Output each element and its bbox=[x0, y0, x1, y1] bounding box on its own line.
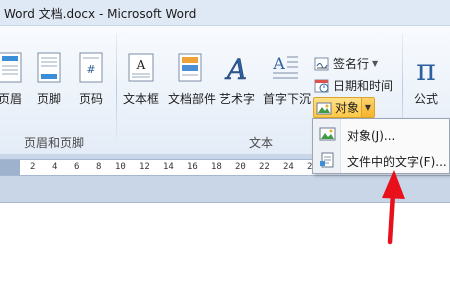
page-number-button[interactable]: # 页码 bbox=[69, 52, 113, 112]
textbox-button[interactable]: A 文本框 bbox=[119, 52, 163, 112]
ruler-number: 16 bbox=[187, 162, 198, 172]
chevron-down-icon: ▼ bbox=[372, 59, 379, 68]
wordart-label: 艺术字 bbox=[218, 92, 255, 106]
svg-text:A: A bbox=[224, 53, 247, 84]
date-time-icon bbox=[314, 79, 329, 92]
object-dropdown-arrow-icon[interactable]: ▼ bbox=[361, 98, 374, 117]
page-number-label: 页码 bbox=[78, 92, 103, 106]
ruler-number: 6 bbox=[74, 162, 80, 172]
header-footer-group-label: 页眉和页脚 bbox=[24, 136, 85, 150]
date-time-button[interactable]: 日期和时间 bbox=[314, 76, 393, 95]
object-icon bbox=[316, 102, 332, 114]
page-number-icon: # bbox=[79, 52, 103, 83]
ruler-number: 18 bbox=[211, 162, 222, 172]
object-dropdown-menu: 对象(J)... 文件中的文字(F)... bbox=[312, 118, 450, 174]
ruler-number: 4 bbox=[52, 162, 58, 172]
ruler-number: 2 bbox=[30, 162, 36, 172]
textbox-icon: A bbox=[128, 53, 154, 82]
ruler-number: 20 bbox=[235, 162, 246, 172]
equation-button[interactable]: π 公式 bbox=[404, 52, 448, 112]
svg-text:A: A bbox=[272, 54, 285, 73]
window-title: Word 文档.docx - Microsoft Word bbox=[4, 7, 197, 21]
ruler-number: 22 bbox=[259, 162, 270, 172]
text-from-file-icon bbox=[320, 152, 334, 168]
object-icon bbox=[319, 127, 336, 141]
quick-parts-label: 文档部件 bbox=[168, 92, 217, 106]
object-button[interactable]: 对象 ▼ bbox=[313, 97, 375, 118]
drop-cap-icon: A bbox=[272, 54, 298, 79]
date-time-label: 日期和时间 bbox=[333, 79, 394, 93]
signature-line-icon bbox=[314, 57, 329, 70]
menu-item-label: 对象(J)... bbox=[347, 129, 396, 143]
menu-item-insert-object[interactable]: 对象(J)... bbox=[313, 121, 449, 147]
textbox-label: 文本框 bbox=[122, 92, 159, 106]
red-arrow-icon bbox=[382, 170, 405, 245]
ruler-number: 24 bbox=[283, 162, 294, 172]
title-bar: Word 文档.docx - Microsoft Word bbox=[0, 0, 450, 26]
object-label: 对象 bbox=[335, 101, 360, 115]
header-icon bbox=[0, 52, 22, 83]
footer-icon bbox=[37, 52, 61, 83]
svg-text:#: # bbox=[86, 63, 95, 76]
ruler-number: 8 bbox=[96, 162, 102, 172]
signature-line-button[interactable]: 签名行 ▼ bbox=[314, 54, 378, 73]
svg-text:A: A bbox=[136, 58, 146, 72]
quick-parts-icon bbox=[178, 53, 202, 82]
footer-label: 页脚 bbox=[36, 92, 61, 106]
drop-cap-label: 首字下沉 bbox=[263, 92, 312, 106]
ruler-number: 12 bbox=[139, 162, 150, 172]
ruler-number: 10 bbox=[115, 162, 126, 172]
quick-parts-button[interactable]: 文档部件 bbox=[168, 52, 217, 112]
text-group-label: 文本 bbox=[249, 136, 274, 150]
svg-text:π: π bbox=[416, 53, 436, 84]
group-separator bbox=[116, 34, 117, 146]
equation-label: 公式 bbox=[413, 92, 438, 106]
signature-line-label: 签名行 bbox=[333, 57, 370, 71]
ruler-number: 14 bbox=[163, 162, 174, 172]
ruler-margin bbox=[0, 160, 20, 175]
drop-cap-button[interactable]: A 首字下沉 bbox=[263, 52, 312, 112]
footer-button[interactable]: 页脚 bbox=[27, 52, 71, 112]
wordart-button[interactable]: A 艺术字 bbox=[215, 52, 259, 112]
wordart-icon: A bbox=[224, 53, 248, 84]
pi-icon: π bbox=[416, 53, 436, 84]
